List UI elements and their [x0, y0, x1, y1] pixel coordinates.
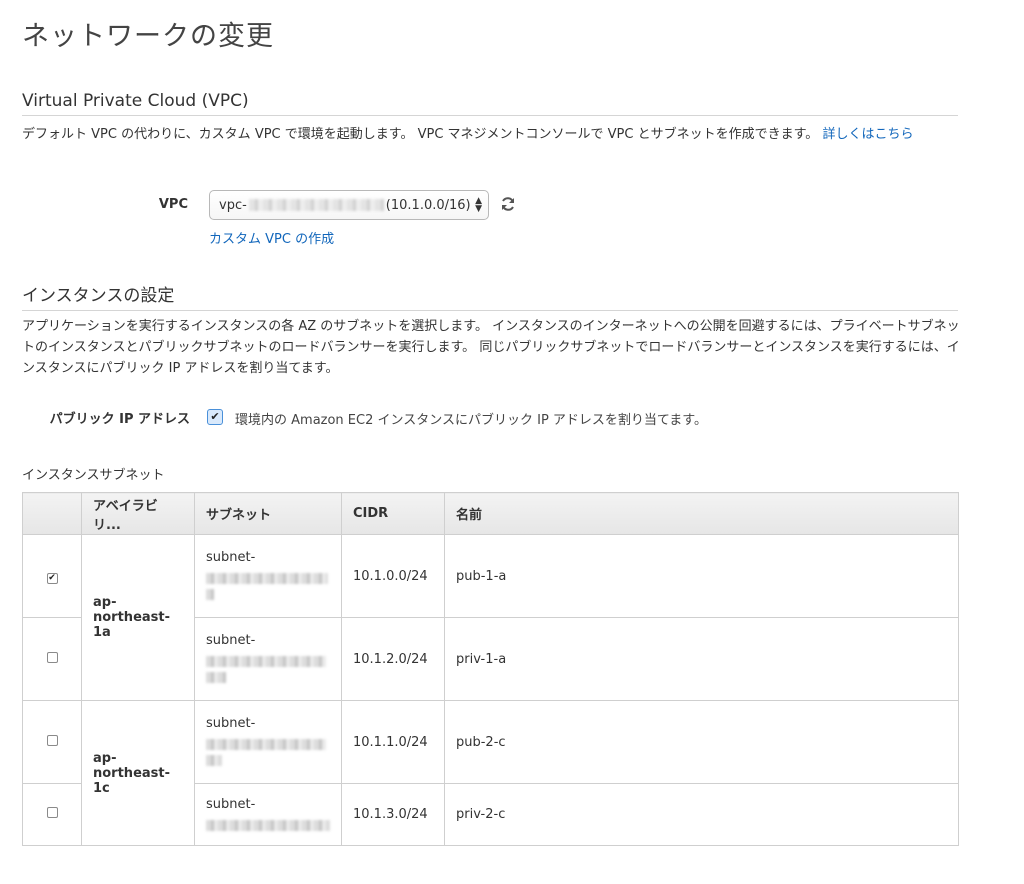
redacted-subnet-id-tail: [206, 672, 226, 683]
vpc-section-title: Virtual Private Cloud (VPC): [22, 91, 958, 116]
row-checkbox[interactable]: [46, 734, 58, 746]
instance-subnets-label: インスタンスサブネット: [22, 468, 165, 483]
table-row[interactable]: ✔ ap-northeast-1a subnet- 10.1.0.0/24 pu…: [22, 534, 959, 701]
vpc-select-cidr: (10.1.0.0/16): [385, 197, 471, 213]
name-cell: pub-1-a: [444, 534, 959, 618]
select-arrows-icon: ▲ ▼: [475, 196, 482, 214]
vpc-description-text: デフォルト VPC の代わりに、カスタム VPC で環境を起動します。 VPC …: [22, 127, 823, 142]
az-cell: ap-northeast-1c: [81, 700, 195, 846]
cidr-cell: 10.1.1.0/24: [341, 700, 445, 784]
subnet-id-prefix: subnet-: [206, 796, 256, 812]
page-title: ネットワークの変更: [22, 21, 274, 52]
subnet-id-prefix: subnet-: [206, 633, 256, 648]
create-vpc-link[interactable]: カスタム VPC の作成: [209, 228, 334, 247]
row-checkbox[interactable]: ✔: [46, 572, 58, 584]
vpc-label: VPC: [158, 197, 188, 212]
redacted-subnet-id: [206, 656, 326, 667]
name-cell: pub-2-c: [444, 700, 959, 784]
refresh-icon[interactable]: [499, 196, 517, 214]
cidr-cell: 10.1.2.0/24: [341, 617, 445, 701]
header-select: [22, 492, 82, 535]
subnet-cell: subnet-: [194, 783, 342, 846]
row-select-cell: [22, 700, 82, 784]
vpc-select[interactable]: vpc- (10.1.0.0/16) ▲ ▼: [209, 190, 489, 220]
redacted-subnet-id: [206, 819, 330, 831]
row-checkbox[interactable]: [46, 807, 58, 818]
redacted-vpc-id: [248, 199, 384, 211]
name-cell: priv-1-a: [444, 617, 959, 701]
vpc-select-prefix: vpc-: [219, 197, 247, 213]
table-row[interactable]: ap-northeast-1c subnet- 10.1.1.0/24 pub-…: [22, 700, 959, 846]
header-name[interactable]: 名前: [444, 492, 959, 535]
vpc-description: デフォルト VPC の代わりに、カスタム VPC で環境を起動します。 VPC …: [22, 124, 967, 145]
cidr-cell: 10.1.3.0/24: [341, 783, 445, 846]
row-select-cell: ✔: [22, 534, 82, 618]
subnet-cell: subnet-: [194, 700, 342, 784]
subnet-cell: subnet-: [194, 534, 342, 618]
redacted-subnet-id-tail: [206, 589, 214, 600]
cidr-cell: 10.1.0.0/24: [341, 534, 445, 618]
subnet-id-prefix: subnet-: [206, 716, 256, 731]
redacted-subnet-id: [206, 573, 328, 584]
redacted-subnet-id-tail: [206, 755, 222, 766]
redacted-subnet-id: [206, 739, 326, 750]
header-az[interactable]: アベイラビリ...: [81, 492, 195, 535]
header-subnet[interactable]: サブネット: [194, 492, 342, 535]
instance-section-title: インスタンスの設定: [22, 281, 958, 311]
instance-description: アプリケーションを実行するインスタンスの各 AZ のサブネットを選択します。 イ…: [22, 319, 960, 376]
refresh-icon-svg: [502, 197, 514, 211]
subnet-id-prefix: subnet-: [206, 550, 256, 565]
az-cell: ap-northeast-1a: [81, 534, 195, 701]
subnet-cell: subnet-: [194, 617, 342, 701]
header-cidr[interactable]: CIDR: [341, 492, 445, 535]
name-cell: priv-2-c: [444, 783, 959, 846]
row-checkbox[interactable]: [46, 651, 58, 663]
learn-more-link[interactable]: 詳しくはこちら: [822, 127, 913, 142]
page: ネットワークの変更 Virtual Private Cloud (VPC) デフ…: [0, 0, 1024, 884]
subnet-table: アベイラビリ... サブネット CIDR 名前 ✔ ap-northeast-1…: [22, 492, 959, 846]
public-ip-label: パブリック IP アドレス: [49, 412, 190, 427]
row-select-cell: [22, 617, 82, 701]
public-ip-checkbox[interactable]: ✔: [207, 409, 223, 425]
table-header-row: アベイラビリ... サブネット CIDR 名前: [22, 492, 959, 535]
public-ip-text: 環境内の Amazon EC2 インスタンスにパブリック IP アドレスを割り当…: [235, 413, 707, 428]
row-select-cell: [22, 783, 82, 846]
